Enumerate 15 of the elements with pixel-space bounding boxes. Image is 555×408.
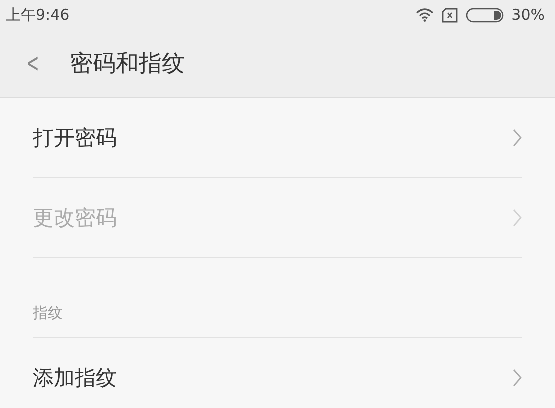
page-title: 密码和指纹 [70, 50, 185, 79]
settings-row[interactable]: 打开密码 [33, 98, 522, 178]
row-label: 打开密码 [33, 124, 117, 152]
chevron-icon [513, 368, 522, 386]
status-time: 上午9:46 [6, 6, 71, 24]
chevron-icon [513, 128, 522, 146]
no-sim-icon [442, 8, 458, 22]
row-label: 更改密码 [33, 204, 117, 232]
row-label: 添加指纹 [33, 364, 117, 392]
settings-row[interactable]: 添加指纹 [33, 338, 522, 408]
section-header: 指纹 [33, 304, 63, 323]
chevron-icon [513, 208, 522, 226]
wifi-icon [416, 8, 434, 22]
battery-percent: 30% [512, 6, 545, 24]
battery-icon [466, 8, 504, 22]
